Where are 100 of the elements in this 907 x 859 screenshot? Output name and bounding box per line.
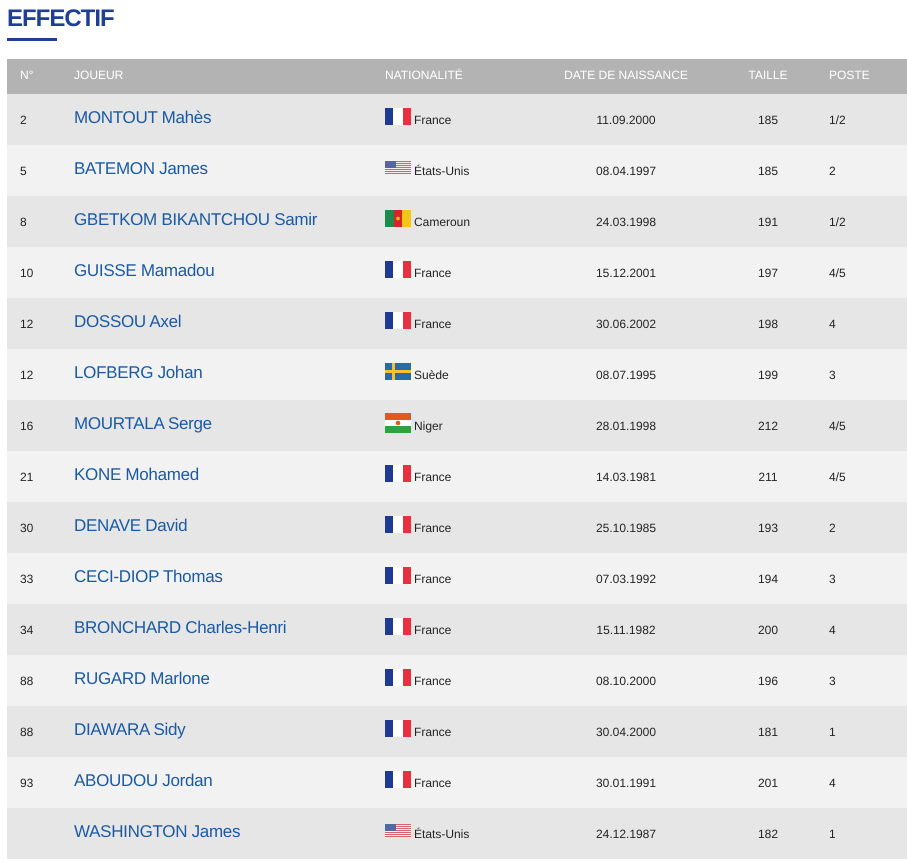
player-name-link[interactable]: BRONCHARD Charles-Henri xyxy=(74,618,286,637)
player-number: 88 xyxy=(20,674,34,688)
player-name-link[interactable]: WASHINGTON James xyxy=(74,822,240,841)
player-position: 1 xyxy=(829,724,837,740)
player-position: 4/5 xyxy=(829,418,847,434)
column-header: JOUEUR xyxy=(74,66,124,84)
player-number: 10 xyxy=(20,266,34,280)
player-name-link[interactable]: GUISSE Mamadou xyxy=(74,260,214,280)
flag-icon xyxy=(385,161,411,174)
flag-icon xyxy=(385,516,411,533)
nationality-text: France xyxy=(414,570,452,588)
flag-icon xyxy=(385,465,411,482)
player-height: 211 xyxy=(758,468,778,486)
birth-date: 25.10.1985 xyxy=(596,520,656,536)
nationality-text: Niger xyxy=(414,418,443,434)
player-number: 34 xyxy=(20,622,34,636)
player-position: 4/5 xyxy=(829,264,847,282)
section-title: EFFECTIF xyxy=(7,4,114,34)
flag-icon xyxy=(385,261,411,278)
nationality-text: France xyxy=(414,468,452,486)
player-height: 197 xyxy=(758,264,778,282)
birth-date: 15.11.1982 xyxy=(596,622,656,638)
player-name-link[interactable]: CECI-DIOP Thomas xyxy=(74,566,223,586)
player-name-link[interactable]: BATEMON James xyxy=(74,158,208,178)
flag-icon xyxy=(385,618,411,635)
player-number: 93 xyxy=(20,776,34,790)
nationality-text: États-Unis xyxy=(414,826,470,842)
player-number: 88 xyxy=(20,724,34,738)
player-height: 185 xyxy=(758,112,778,128)
player-position: 4 xyxy=(829,774,837,792)
player-position: 2 xyxy=(829,162,837,180)
player-height: 200 xyxy=(758,622,778,638)
player-number: 33 xyxy=(20,572,34,586)
flag-icon xyxy=(385,363,411,380)
flag-icon xyxy=(385,412,411,432)
player-number: 16 xyxy=(20,418,34,432)
nationality-text: Suède xyxy=(414,366,449,384)
birth-date: 08.10.2000 xyxy=(596,672,656,690)
birth-date: 07.03.1992 xyxy=(596,570,656,588)
player-height: 199 xyxy=(758,366,778,384)
player-position: 3 xyxy=(829,570,837,588)
column-header: NATIONALITÉ xyxy=(385,66,464,84)
flag-icon xyxy=(385,108,411,125)
player-height: 181 xyxy=(758,724,778,740)
player-height: 193 xyxy=(758,520,778,536)
player-number: 12 xyxy=(20,316,34,330)
birth-date: 15.12.2001 xyxy=(596,264,656,282)
player-position: 1/2 xyxy=(829,112,847,128)
player-number: 12 xyxy=(20,368,34,382)
player-height: 185 xyxy=(758,162,778,180)
nationality-text: France xyxy=(414,622,452,638)
player-height: 201 xyxy=(758,774,778,792)
player-position: 2 xyxy=(829,520,837,536)
player-number: 30 xyxy=(20,520,34,534)
nationality-text: États-Unis xyxy=(414,162,470,180)
birth-date: 30.04.2000 xyxy=(596,724,656,740)
flag-icon xyxy=(385,669,411,686)
flag-icon xyxy=(385,720,411,737)
player-number: 2 xyxy=(20,112,27,126)
player-height: 191 xyxy=(758,214,778,230)
player-position: 1/2 xyxy=(829,214,847,230)
flag-icon xyxy=(385,771,411,788)
player-height: 198 xyxy=(758,316,778,332)
player-height: 182 xyxy=(758,826,778,842)
nationality-text: France xyxy=(414,774,452,792)
nationality-text: France xyxy=(414,520,452,536)
birth-date: 11.09.2000 xyxy=(596,112,656,128)
birth-date: 30.01.1991 xyxy=(596,774,656,792)
birth-date: 24.12.1987 xyxy=(596,826,656,842)
player-name-link[interactable]: MONTOUT Mahès xyxy=(74,108,212,127)
player-name-link[interactable]: RUGARD Marlone xyxy=(74,668,210,688)
column-header: POSTE xyxy=(829,66,871,84)
flag-icon xyxy=(385,210,411,227)
player-name-link[interactable]: ABOUDOU Jordan xyxy=(74,770,212,790)
player-name-link[interactable]: MOURTALA Serge xyxy=(74,414,212,433)
flag-icon xyxy=(385,312,411,329)
player-position: 4 xyxy=(829,622,837,638)
birth-date: 08.04.1997 xyxy=(596,162,656,180)
player-height: 212 xyxy=(758,418,778,434)
player-number: 8 xyxy=(20,214,27,228)
player-name-link[interactable]: DIAWARA Sidy xyxy=(74,720,186,739)
player-height: 196 xyxy=(758,672,778,690)
nationality-text: Cameroun xyxy=(414,214,470,230)
column-header: TAILLE xyxy=(748,66,788,84)
player-position: 4 xyxy=(829,316,837,332)
player-position: 3 xyxy=(829,672,837,690)
player-name-link[interactable]: LOFBERG Johan xyxy=(74,362,202,382)
birth-date: 30.06.2002 xyxy=(596,316,656,332)
player-name-link[interactable]: DOSSOU Axel xyxy=(74,312,182,331)
player-height: 194 xyxy=(758,570,778,588)
player-name-link[interactable]: GBETKOM BIKANTCHOU Samir xyxy=(74,210,318,229)
player-number: 21 xyxy=(20,470,34,484)
column-header: N° xyxy=(19,66,34,84)
column-header: DATE DE NAISSANCE xyxy=(564,66,688,84)
nationality-text: France xyxy=(414,316,452,332)
player-name-link[interactable]: KONE Mohamed xyxy=(74,464,199,484)
player-position: 4/5 xyxy=(829,468,847,486)
birth-date: 28.01.1998 xyxy=(596,418,656,434)
nationality-text: France xyxy=(414,264,452,282)
player-name-link[interactable]: DENAVE David xyxy=(74,516,188,535)
